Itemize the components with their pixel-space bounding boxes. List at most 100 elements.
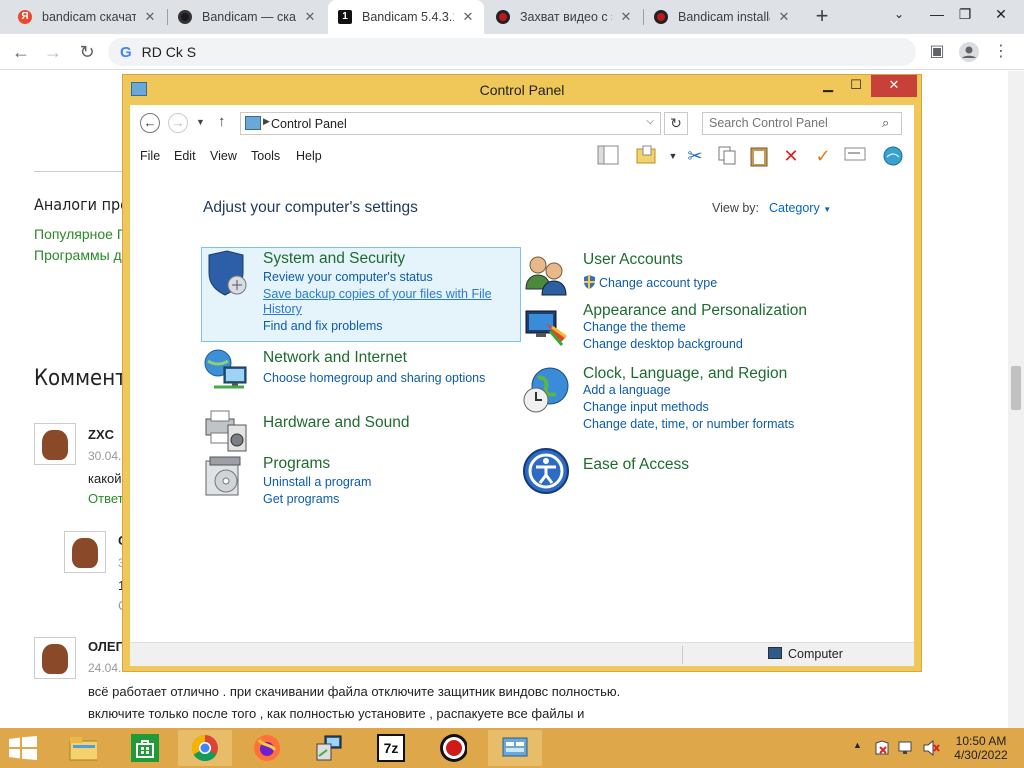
up-arrow-icon[interactable]: ↑ [218,113,226,130]
taskbar-store[interactable] [118,730,172,766]
search-input[interactable] [709,113,879,133]
category-appearance[interactable]: Appearance and Personalization Change th… [522,301,852,356]
minimize-button[interactable]: ▁ [815,75,841,97]
menu-help[interactable]: Help [296,149,322,163]
taskbar-control-panel[interactable] [488,730,542,766]
clock[interactable]: 10:50 AM 4/30/2022 [950,734,1012,762]
category-title[interactable]: User Accounts [583,251,683,269]
category-link[interactable]: Change the theme [583,320,686,334]
category-link[interactable]: Find and fix problems [263,319,383,333]
volume-muted-icon[interactable] [922,739,940,759]
category-link[interactable]: History [263,302,302,316]
maximize-button[interactable]: ☐ [843,75,869,97]
menu-file[interactable]: File [140,149,160,163]
folder-icon[interactable] [635,145,657,167]
taskbar-bandicam[interactable] [426,730,480,766]
refresh-icon[interactable]: ↻ [664,112,688,135]
category-system-security[interactable]: System and Security Review your computer… [201,247,521,342]
category-link[interactable]: Change desktop background [583,337,743,351]
back-arrow-icon[interactable]: ← [8,39,34,65]
close-tab-icon[interactable]: ✕ [144,9,156,25]
category-link[interactable]: Get programs [263,492,339,506]
chevron-down-icon[interactable]: ▼ [662,145,684,167]
chrome-menu-icon[interactable]: ⋮ [988,39,1014,65]
close-tab-icon[interactable]: ✕ [620,9,632,25]
search-box[interactable] [702,112,902,135]
category-clock-language-region[interactable]: Clock, Language, and Region Add a langua… [522,364,852,434]
category-user-accounts[interactable]: User Accounts Change account type [522,251,852,301]
category-link[interactable]: Uninstall a program [263,475,371,489]
category-title[interactable]: Clock, Language, and Region [583,365,787,383]
scrollbar-thumb[interactable] [1011,366,1021,410]
folder-icon [69,734,97,762]
action-center-icon[interactable] [874,740,890,759]
category-link[interactable]: Choose homegroup and sharing options [263,371,485,385]
close-tab-icon[interactable]: ✕ [778,9,790,25]
category-link[interactable]: Change account type [583,275,718,290]
taskbar-chrome[interactable] [178,730,232,766]
sidebar-toggle-icon[interactable]: ▣ [924,39,950,65]
address-bar[interactable]: G RD Ck S [108,38,916,66]
category-network-internet[interactable]: Network and Internet Choose homegroup an… [202,347,522,397]
menu-tools[interactable]: Tools [251,149,280,163]
back-arrow-icon[interactable]: ← [140,113,160,133]
category-link[interactable]: Review your computer's status [263,270,433,284]
network-tray-icon[interactable] [898,740,914,759]
close-tab-icon[interactable]: ✕ [462,9,474,25]
store-icon [131,734,159,762]
browser-tab-3-active[interactable]: 1 Bandicam 5.4.3.19 ✕ [328,0,484,34]
category-programs[interactable]: Programs Uninstall a program Get program… [202,453,522,506]
category-ease-of-access[interactable]: Ease of Access [522,447,852,497]
copy-icon[interactable] [716,145,738,167]
menu-view[interactable]: View [210,149,237,163]
category-title[interactable]: Appearance and Personalization [583,302,807,320]
forward-arrow-icon[interactable]: → [168,113,188,133]
close-window-button[interactable]: ✕ [978,0,1024,30]
category-title[interactable]: Hardware and Sound [263,414,410,432]
category-link[interactable]: Change input methods [583,400,709,414]
comment-text: какой [88,471,122,486]
taskbar-firefox[interactable] [240,730,294,766]
category-title[interactable]: Ease of Access [583,456,689,474]
view-by-dropdown[interactable]: Category ▼ [769,201,831,215]
category-link-label: Change account type [599,276,718,290]
category-hardware-sound[interactable]: Hardware and Sound [202,407,522,457]
windows-start-icon[interactable] [8,736,38,760]
taskbar-file-explorer[interactable] [56,730,110,766]
tray-overflow-icon[interactable]: ▲ [853,740,862,750]
browser-tab-4[interactable]: Захват видео с экрана ✕ [486,0,642,34]
taskbar-network[interactable] [302,730,356,766]
category-title[interactable]: Network and Internet [263,349,407,367]
forward-arrow-icon[interactable]: → [40,39,66,65]
webpage-link[interactable]: Популярное П [34,226,127,242]
recent-locations-icon[interactable]: ▼ [196,117,205,127]
new-tab-button[interactable]: + [808,3,836,31]
browser-tab-1[interactable]: Я bandicam скачать ✕ [8,0,166,34]
reply-link[interactable]: Ответ [88,491,124,506]
webpage-link[interactable]: Программы д [34,247,122,263]
category-link[interactable]: Save backup copies of your files with Fi… [263,287,492,301]
cut-icon[interactable]: ✂ [684,145,706,167]
reload-icon[interactable]: ↻ [74,39,100,65]
category-link[interactable]: Change date, time, or number formats [583,417,794,431]
browser-tab-5[interactable]: Bandicam installation ✕ [644,0,800,34]
address-bar[interactable]: ▶ Control Panel ⌵ [240,112,661,135]
category-link[interactable]: Add a language [583,383,671,397]
layout-pane-icon[interactable] [597,145,619,167]
search-icon[interactable]: ⌕ [882,115,889,131]
globe-icon[interactable] [882,145,904,167]
category-title[interactable]: System and Security [263,250,405,268]
avatar [64,531,106,573]
checkmark-icon[interactable]: ✓ [812,145,834,167]
close-window-button[interactable]: ✕ [871,75,917,97]
category-title[interactable]: Programs [263,455,330,473]
chevron-down-icon[interactable]: ⌵ [646,116,654,127]
properties-icon[interactable] [844,145,866,167]
browser-tab-2[interactable]: Bandicam — скачать ✕ [168,0,326,34]
taskbar-7zip[interactable]: 7z [364,730,418,766]
close-tab-icon[interactable]: ✕ [304,9,316,25]
delete-icon[interactable]: ✕ [780,145,802,167]
profile-icon[interactable] [956,39,982,65]
menu-edit[interactable]: Edit [174,149,196,163]
paste-icon[interactable] [748,145,770,167]
